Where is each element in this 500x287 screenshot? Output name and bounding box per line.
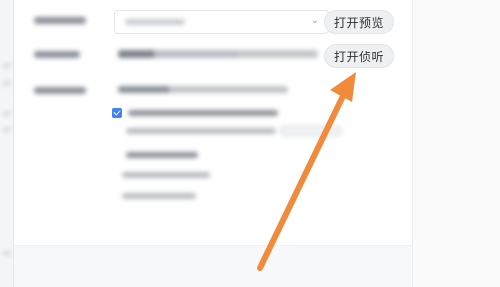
checkbox-checked-icon[interactable]	[112, 108, 122, 118]
panel-footer	[14, 245, 412, 287]
sidebar-mark	[3, 64, 11, 67]
device-select[interactable]: ⌄	[114, 10, 329, 34]
option-tag	[280, 126, 342, 136]
screenshot-stage: ⌄ 打开预览 打开侦听	[0, 0, 500, 287]
window-right-gutter	[412, 0, 500, 287]
open-preview-button[interactable]: 打开预览	[324, 10, 394, 34]
device-select-value	[125, 19, 185, 25]
options-row-label	[34, 86, 86, 97]
open-listen-button[interactable]: 打开侦听	[324, 44, 394, 68]
option-line[interactable]	[126, 152, 198, 158]
path-row-label	[34, 50, 80, 61]
sidebar-mark	[3, 128, 11, 131]
sidebar-mark	[3, 112, 11, 115]
options-description	[118, 86, 288, 93]
path-value	[118, 50, 318, 58]
option-line[interactable]	[122, 193, 196, 199]
sidebar-mark	[3, 252, 11, 255]
sidebar-mark	[3, 82, 11, 85]
device-row-label	[34, 16, 86, 27]
chevron-down-icon: ⌄	[310, 15, 319, 26]
background-window-strip	[0, 0, 14, 287]
option-line	[128, 110, 278, 116]
option-line[interactable]	[122, 172, 210, 178]
option-line[interactable]	[126, 128, 276, 134]
